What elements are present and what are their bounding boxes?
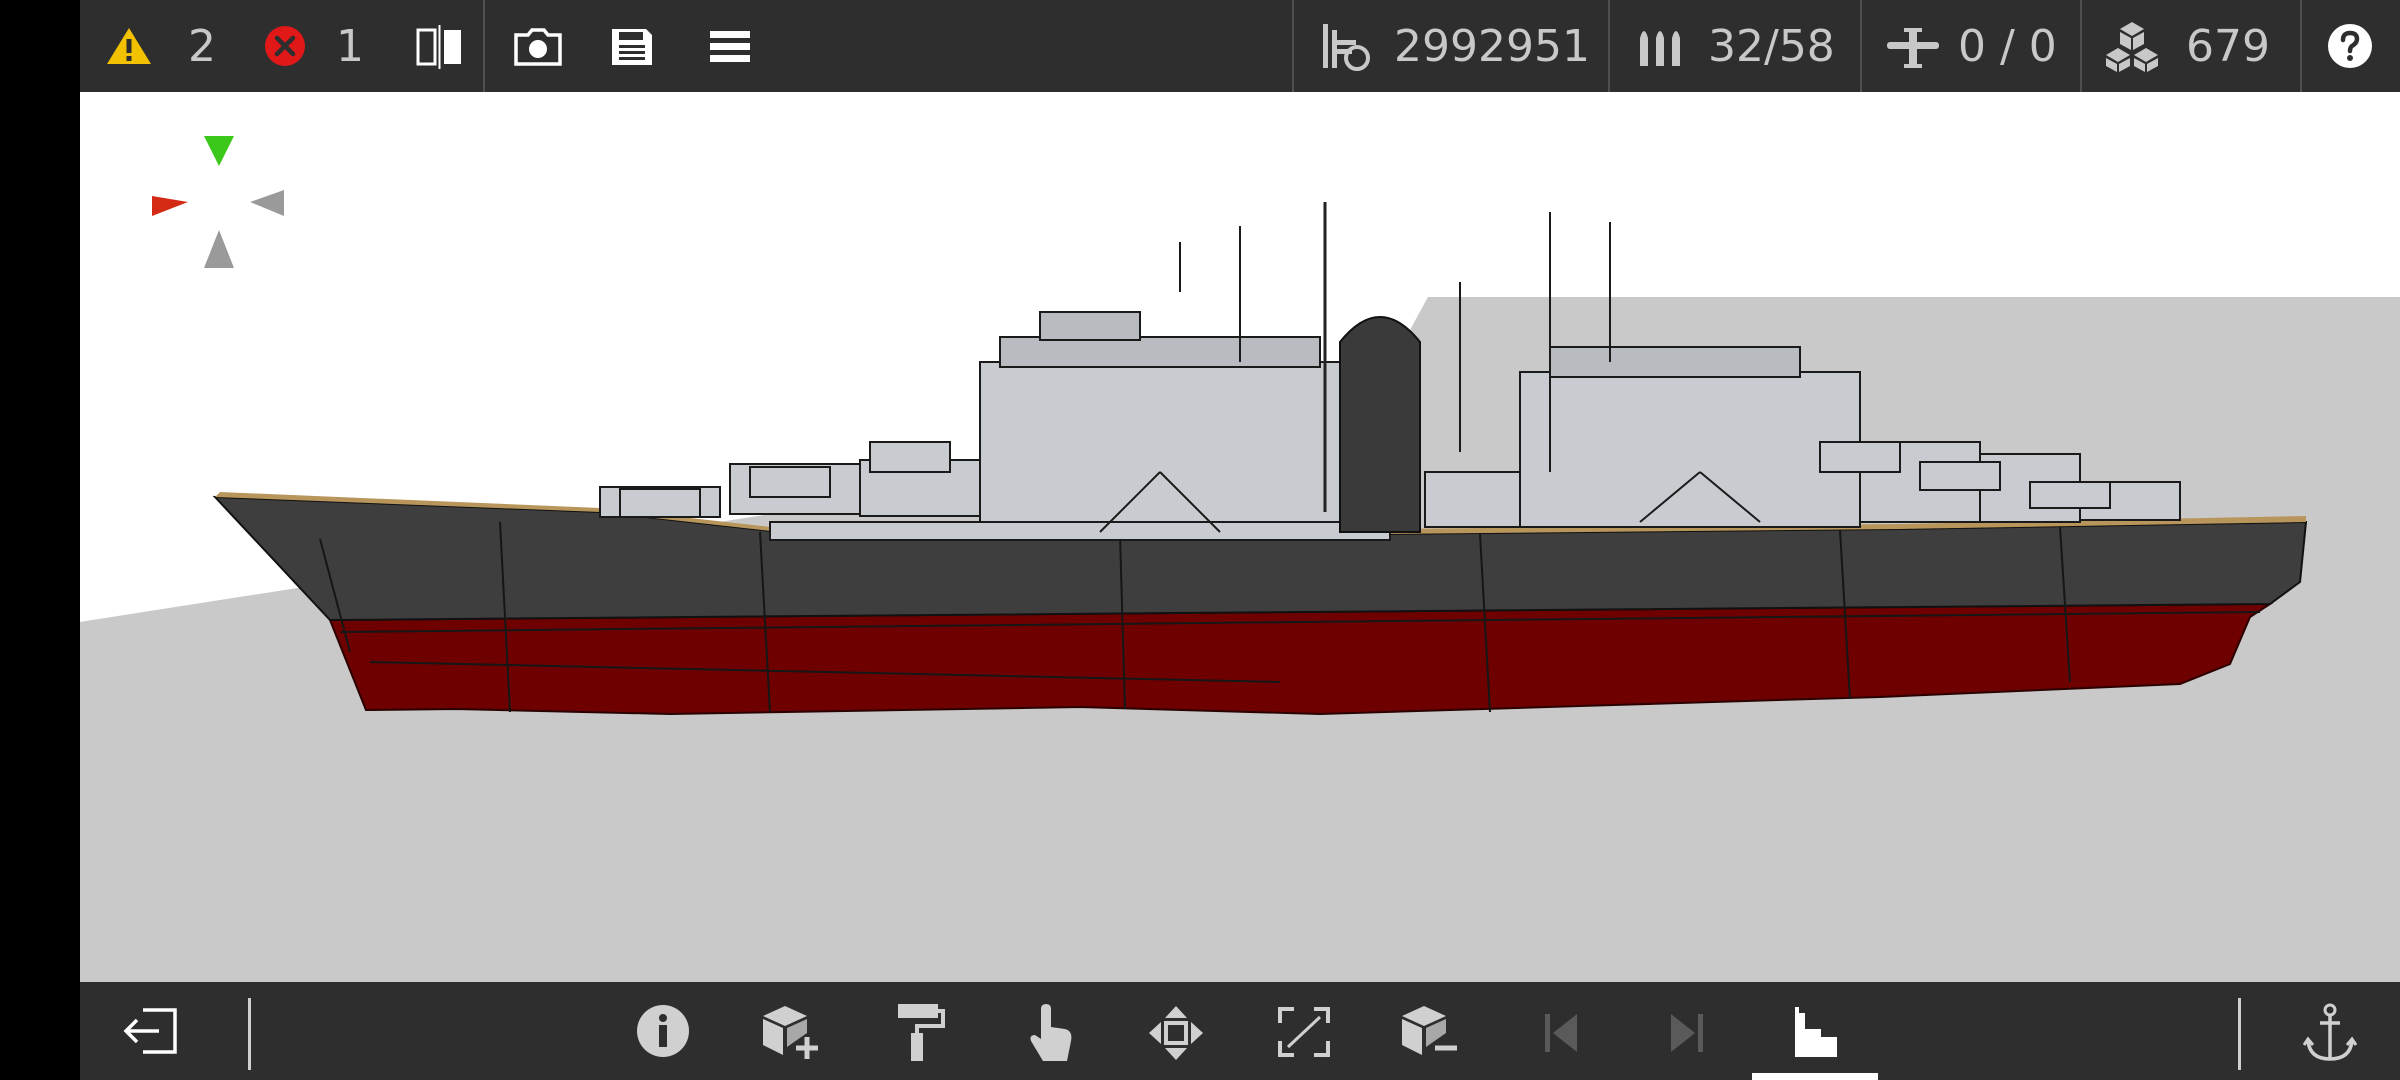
cost-value: 2992951 <box>1394 20 1590 72</box>
select-button[interactable] <box>1022 1000 1080 1064</box>
ammo-value: 32/58 <box>1708 20 1835 72</box>
structure-icon <box>1795 1007 1837 1057</box>
structure-tab[interactable] <box>1786 1003 1844 1063</box>
parts-icon <box>2106 22 2158 72</box>
cost-indicator: 2992951 <box>1320 0 1590 92</box>
toolbar-divider <box>1292 0 1294 92</box>
aircraft-icon <box>1887 28 1939 68</box>
info-button[interactable] <box>635 1003 691 1059</box>
toolbar-divider <box>1608 0 1610 92</box>
info-icon <box>637 1005 689 1057</box>
save-icon <box>612 29 652 65</box>
top-toolbar: 2 1 2992951 32/58 0 / 0 679 <box>80 0 2400 92</box>
ammo-indicator: 32/58 <box>1636 0 1835 92</box>
ship-scene <box>80 92 2400 982</box>
exit-button[interactable] <box>118 1000 184 1062</box>
bottom-toolbar-divider <box>2238 998 2241 1070</box>
anchor-icon <box>2302 1003 2358 1061</box>
remove-part-button[interactable] <box>1395 1002 1465 1062</box>
help-button[interactable] <box>2326 22 2374 70</box>
toolbar-divider <box>1860 0 1862 92</box>
ship-viewport[interactable] <box>80 92 2400 982</box>
ammo-icon <box>1640 31 1680 66</box>
help-icon <box>2328 24 2372 68</box>
errors-count: 1 <box>336 20 364 72</box>
cost-icon <box>1323 24 1370 71</box>
mirror-view-button[interactable] <box>410 22 470 72</box>
next-icon <box>1671 1014 1703 1052</box>
warnings-indicator[interactable]: 2 <box>106 0 216 92</box>
previous-icon <box>1545 1014 1577 1052</box>
bottom-toolbar-divider <box>248 998 251 1070</box>
menu-icon <box>710 31 750 62</box>
left-screen-edge <box>0 0 80 1080</box>
warnings-count: 2 <box>188 20 216 72</box>
camera-icon <box>514 28 562 66</box>
toolbar-divider <box>483 0 485 92</box>
add-part-button[interactable] <box>756 1002 826 1062</box>
save-button[interactable] <box>602 22 662 72</box>
paint-roller-icon <box>898 1004 945 1061</box>
active-tab-indicator <box>1752 1073 1878 1080</box>
aircraft-indicator: 0 / 0 <box>1882 0 2057 92</box>
previous-button[interactable] <box>1538 1008 1584 1058</box>
screenshot-button[interactable] <box>508 22 568 72</box>
warning-icon <box>107 28 151 64</box>
toolbar-divider <box>2300 0 2302 92</box>
menu-button[interactable] <box>700 22 760 72</box>
mirror-view-icon <box>416 25 461 69</box>
select-hand-icon <box>1030 1004 1072 1061</box>
move-button[interactable] <box>1146 1003 1206 1063</box>
paint-button[interactable] <box>892 1000 948 1064</box>
move-icon <box>1149 1006 1203 1060</box>
exit-icon <box>123 1008 177 1054</box>
parts-indicator: 679 <box>2104 0 2270 92</box>
parts-value: 679 <box>2186 20 2270 72</box>
remove-part-icon <box>1402 1006 1457 1055</box>
add-part-icon <box>763 1006 818 1059</box>
scale-button[interactable] <box>1274 1003 1334 1061</box>
scale-icon <box>1278 1007 1330 1057</box>
toolbar-divider <box>2080 0 2082 92</box>
error-icon <box>265 26 305 66</box>
aircraft-value: 0 / 0 <box>1958 20 2057 72</box>
anchor-button[interactable] <box>2300 1002 2360 1064</box>
errors-indicator[interactable]: 1 <box>264 0 364 92</box>
next-button[interactable] <box>1664 1008 1710 1058</box>
bottom-toolbar <box>80 982 2400 1080</box>
